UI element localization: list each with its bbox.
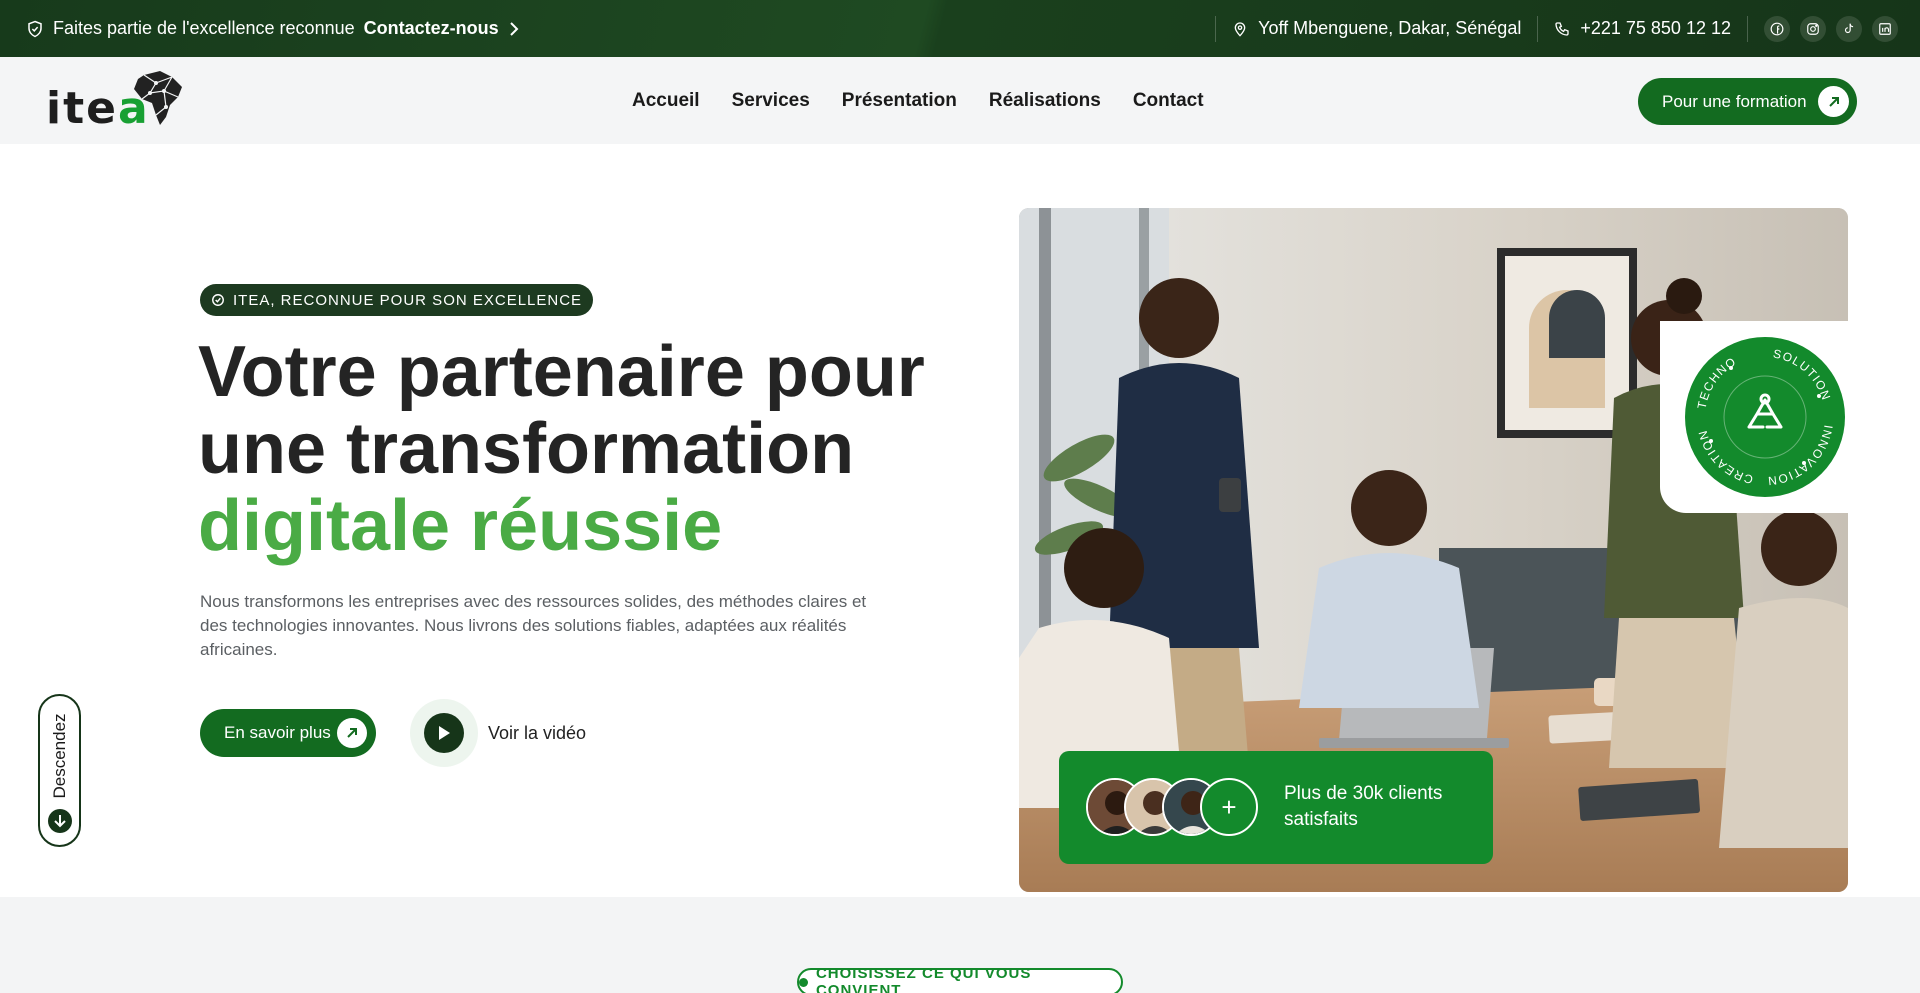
phone-icon (1554, 21, 1570, 37)
learn-more-label: En savoir plus (224, 723, 331, 742)
nav-services[interactable]: Services (732, 90, 810, 112)
formation-button[interactable]: Pour une formation (1638, 78, 1857, 125)
scroll-down-pill[interactable]: Descendez (38, 694, 81, 847)
shield-check-icon (26, 20, 44, 38)
svg-text:CREATION: CREATION (1695, 428, 1754, 487)
seal-word-creation: CREATION (1695, 428, 1753, 487)
watch-video-label: Voir la vidéo (488, 722, 587, 743)
nav-contact[interactable]: Contact (1133, 90, 1204, 112)
svg-text:SOLUTION: SOLUTION (1772, 347, 1834, 403)
social-links (1764, 15, 1898, 42)
plus-icon: + (1221, 792, 1237, 822)
hero-title-line2: une transformation (198, 409, 855, 489)
learn-more-button[interactable]: En savoir plus (200, 709, 376, 757)
section-badge: CHOISISSEZ CE QUI VOUS CONVIENT (797, 965, 1123, 993)
seal-graphic: TECHNO SOLUTION INNOVATION CREATION (1695, 347, 1835, 489)
phone-text[interactable]: +221 75 850 12 12 (1580, 18, 1731, 39)
hero-title-line1: Votre partenaire pour (198, 332, 925, 412)
itea-logo[interactable]: itea (44, 69, 184, 135)
divider (1215, 15, 1217, 42)
hero-title-highlight: digitale réussie (198, 486, 723, 566)
nav-realisations[interactable]: Réalisations (989, 90, 1101, 112)
tiktok-icon[interactable] (1836, 15, 1862, 42)
nav-accueil[interactable]: Accueil (632, 90, 700, 112)
announcement-text: Faites partie de l'excellence reconnue (53, 18, 355, 38)
scroll-down-label: Descendez (49, 713, 69, 799)
play-icon (424, 713, 464, 753)
divider (1747, 15, 1748, 42)
phone-item[interactable]: +221 75 850 12 12 (1554, 18, 1731, 39)
clients-card-text: Plus de 30k clients satisfaits (1284, 783, 1443, 830)
linkedin-icon[interactable] (1872, 15, 1898, 42)
arrow-down-icon (48, 809, 72, 833)
top-bar: Faites partie de l'excellence reconnue C… (0, 0, 1920, 57)
hero-title: Votre partenaire pour une transformation… (198, 334, 925, 565)
more-clients-button[interactable]: + (1200, 778, 1258, 836)
hero-badge-text: ITEA, RECONNUE POUR SON EXCELLENCE (233, 291, 583, 309)
innovation-seal: TECHNO SOLUTION INNOVATION CREATION (1685, 337, 1845, 497)
check-circle-icon (211, 293, 225, 307)
watch-video-link[interactable]: Voir la vidéo (410, 699, 586, 767)
clients-card: + Plus de 30k clients satisfaits (1059, 751, 1493, 864)
top-bar-announcement: Faites partie de l'excellence reconnue C… (26, 0, 520, 57)
divider (1537, 15, 1539, 42)
formation-button-label: Pour une formation (1662, 91, 1807, 111)
instagram-icon[interactable] (1800, 15, 1826, 42)
seal-word-techno: TECHNO (1695, 354, 1738, 410)
address-item: Yoff Mbenguene, Dakar, Sénégal (1232, 18, 1521, 39)
contact-link[interactable]: Contactez-nous (364, 18, 499, 39)
nav-presentation[interactable]: Présentation (842, 90, 957, 112)
arrow-up-right-icon (337, 718, 367, 748)
section-badge-text: CHOISISSEZ CE QUI VOUS CONVIENT (815, 965, 1032, 993)
svg-text:TECHNO: TECHNO (1695, 354, 1739, 410)
arrow-up-right-icon (1818, 86, 1849, 117)
tech-symbol-icon (1747, 393, 1783, 429)
facebook-icon[interactable] (1764, 15, 1790, 42)
hero-badge: ITEA, RECONNUE POUR SON EXCELLENCE (200, 284, 594, 316)
location-pin-icon (1232, 20, 1248, 38)
dot-icon (799, 977, 808, 987)
africa-network-icon (134, 71, 182, 125)
chevron-right-icon[interactable] (508, 21, 520, 36)
play-button[interactable] (410, 699, 478, 767)
address-text: Yoff Mbenguene, Dakar, Sénégal (1258, 18, 1522, 38)
seal-word-solution: SOLUTION (1772, 347, 1832, 403)
hero-description: Nous transformons les entreprises avec d… (200, 592, 867, 659)
site-header: itea Accueil Services Présentation Réali… (0, 57, 1920, 144)
main-nav: Accueil Services Présentation Réalisatio… (632, 57, 1204, 144)
